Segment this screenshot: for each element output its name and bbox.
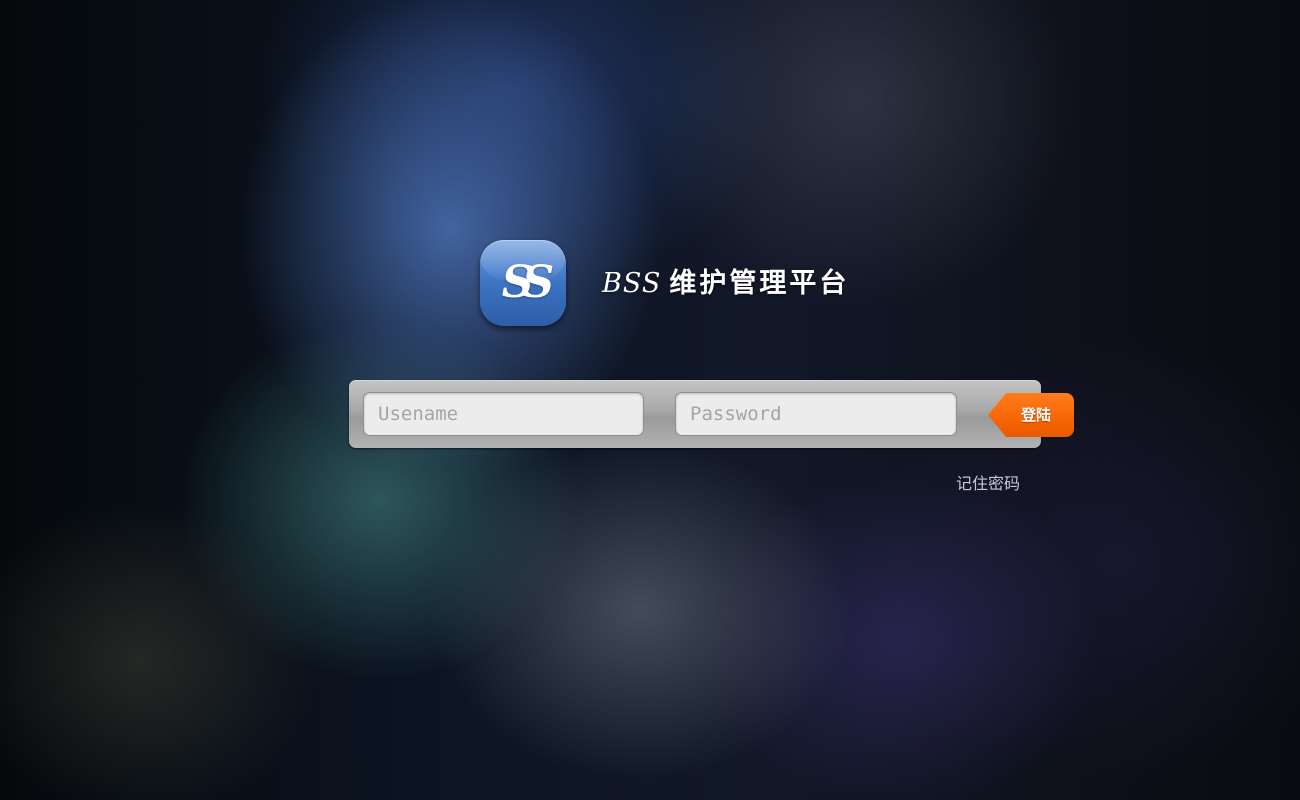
app-logo: SS — [480, 240, 566, 326]
username-input[interactable] — [363, 392, 644, 436]
login-button[interactable]: 登陆 — [988, 393, 1074, 437]
title-brand: BSS — [602, 268, 662, 299]
password-input[interactable] — [675, 392, 957, 436]
remember-password-link[interactable]: 记住密码 — [956, 470, 1020, 494]
title-text: 维护管理平台 — [669, 268, 850, 299]
page-title: BSS 维护管理平台 — [602, 262, 849, 306]
logo-text: SS — [501, 257, 555, 308]
login-form — [349, 380, 1041, 448]
